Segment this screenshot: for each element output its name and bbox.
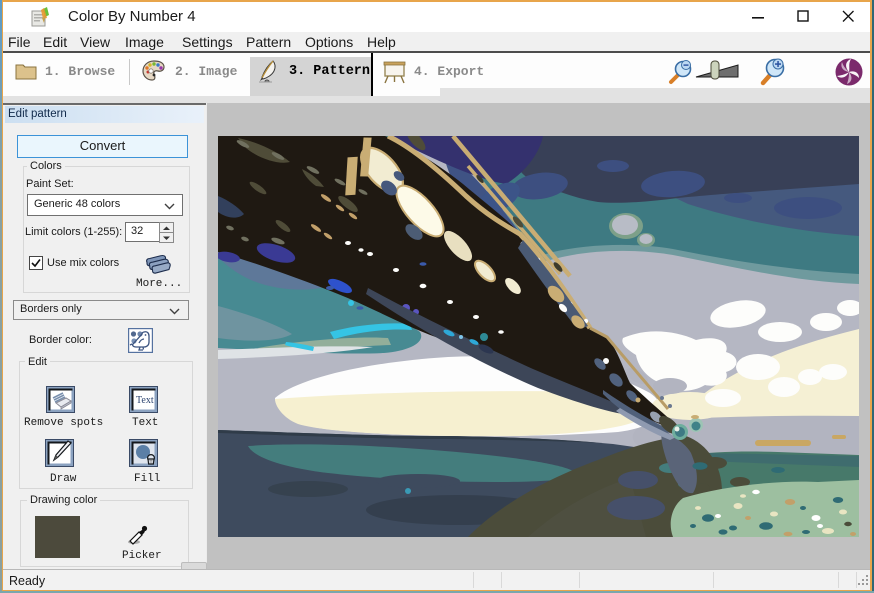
- svg-text:Text: Text: [136, 395, 154, 406]
